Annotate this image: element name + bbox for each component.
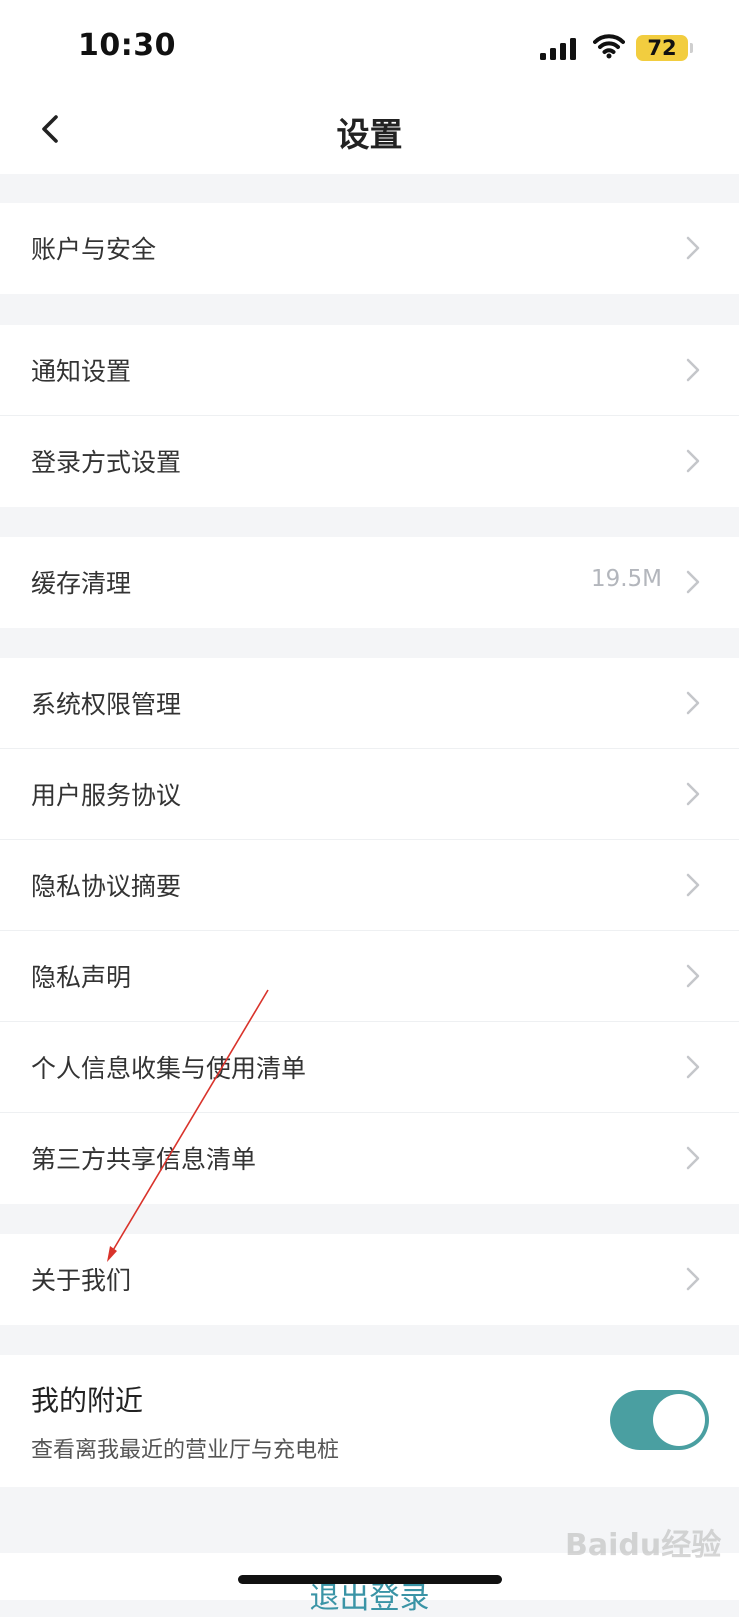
battery-icon: 72 (636, 35, 688, 61)
menu-item-about-us[interactable]: 关于我们 (0, 1234, 739, 1325)
menu-item-account-security[interactable]: 账户与安全 (0, 203, 739, 294)
menu-item-label: 关于我们 (31, 1266, 132, 1295)
menu-item-label: 隐私声明 (31, 963, 132, 992)
page-title: 设置 (336, 115, 403, 154)
menu-item-label: 账户与安全 (31, 235, 157, 264)
chevron-right-icon (686, 236, 700, 260)
chevron-right-icon (686, 449, 700, 473)
menu-item-notification[interactable]: 通知设置 (0, 325, 739, 416)
menu-item-label: 系统权限管理 (31, 690, 182, 719)
nav-bar: 设置 (0, 90, 739, 174)
wifi-icon (593, 34, 625, 59)
home-indicator (238, 1575, 502, 1584)
chevron-right-icon (686, 570, 700, 594)
menu-item-system-permission[interactable]: 系统权限管理 (0, 658, 739, 749)
menu-item-label: 缓存清理 (31, 569, 132, 598)
chevron-right-icon (686, 358, 700, 382)
menu-item-user-agreement[interactable]: 用户服务协议 (0, 749, 739, 840)
chevron-right-icon (686, 1267, 700, 1291)
chevron-right-icon (686, 873, 700, 897)
menu-item-login-method[interactable]: 登录方式设置 (0, 416, 739, 507)
battery-cap (690, 43, 693, 53)
chevron-right-icon (686, 1055, 700, 1079)
menu-item-cache[interactable]: 缓存清理 19.5M (0, 537, 739, 628)
watermark: Baidu经验 (565, 1528, 722, 1563)
menu-item-privacy-statement[interactable]: 隐私声明 (0, 931, 739, 1022)
chevron-right-icon (686, 964, 700, 988)
cellular-signal-icon (540, 38, 576, 60)
menu-item-label: 通知设置 (31, 357, 132, 386)
menu-item-privacy-summary[interactable]: 隐私协议摘要 (0, 840, 739, 931)
menu-item-third-party[interactable]: 第三方共享信息清单 (0, 1113, 739, 1204)
chevron-right-icon (686, 691, 700, 715)
nearby-subtitle: 查看离我最近的营业厅与充电桩 (31, 1438, 340, 1463)
nearby-toggle[interactable] (610, 1390, 709, 1450)
menu-item-label: 隐私协议摘要 (31, 872, 182, 901)
menu-item-label: 登录方式设置 (31, 448, 182, 477)
nearby-section: 我的附近 查看离我最近的营业厅与充电桩 (0, 1355, 739, 1487)
nearby-title: 我的附近 (31, 1384, 144, 1417)
chevron-right-icon (686, 782, 700, 806)
menu-item-label: 用户服务协议 (31, 781, 182, 810)
status-bar: 10:30 72 (0, 0, 739, 90)
toggle-knob (653, 1394, 705, 1446)
menu-item-label: 第三方共享信息清单 (31, 1145, 257, 1174)
menu-item-personal-info[interactable]: 个人信息收集与使用清单 (0, 1022, 739, 1113)
cache-size-value: 19.5M (590, 566, 662, 592)
chevron-right-icon (686, 1146, 700, 1170)
menu-item-label: 个人信息收集与使用清单 (31, 1054, 307, 1083)
status-time: 10:30 (78, 28, 176, 63)
